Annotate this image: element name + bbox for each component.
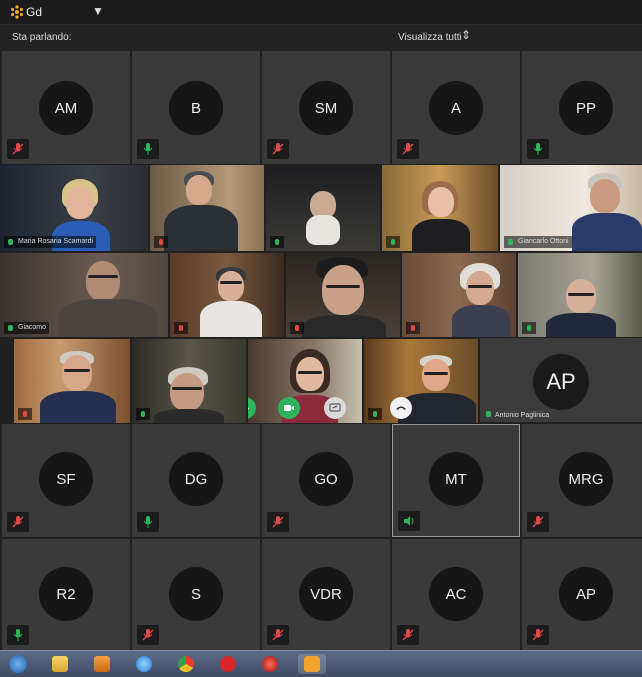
file-explorer-icon[interactable] xyxy=(46,654,74,674)
participant-name: Antonio Paglinica xyxy=(486,411,549,419)
video-tile[interactable]: Giacomo xyxy=(0,253,168,337)
mic-muted-icon xyxy=(397,625,419,645)
speaker-bar: Sta parlando: Visualizza tutti ⇕ xyxy=(0,24,642,51)
present-icon[interactable] xyxy=(324,397,346,419)
mic-on-icon xyxy=(137,512,159,532)
participant-tile[interactable]: SM xyxy=(262,51,390,164)
video-tile[interactable]: Giancarlo Ottoni xyxy=(500,165,642,251)
avatar: B xyxy=(169,81,223,135)
avatar: A xyxy=(429,81,483,135)
participant-tile[interactable]: B xyxy=(132,51,260,164)
avatar: AM xyxy=(39,81,93,135)
avatar: VDR xyxy=(299,567,353,621)
avatar: S xyxy=(169,567,223,621)
mic-on-icon xyxy=(386,236,400,248)
avatar: PP xyxy=(559,81,613,135)
participant-tile[interactable]: AM xyxy=(2,51,130,164)
participant-tile[interactable]: A xyxy=(392,51,520,164)
participant-name: Giacomo xyxy=(4,322,50,334)
avatar: GO xyxy=(299,452,353,506)
avatar: SF xyxy=(39,452,93,506)
video-tile[interactable] xyxy=(266,165,380,251)
participant-tile[interactable]: MRG xyxy=(522,424,642,537)
window-title-bar: Gd ▼ xyxy=(0,0,642,24)
opera-icon[interactable] xyxy=(214,654,242,674)
video-tile[interactable] xyxy=(248,339,362,423)
mic-muted-icon xyxy=(397,139,419,159)
mic-on-icon xyxy=(7,625,29,645)
participant-tile-speaking[interactable]: MT xyxy=(392,424,520,537)
mic-muted-icon xyxy=(290,322,304,334)
participant-tile[interactable]: VDR xyxy=(262,539,390,650)
avatar: AC xyxy=(429,567,483,621)
meet-app-icon[interactable] xyxy=(298,654,326,674)
mic-on-icon xyxy=(522,322,536,334)
windows-start-icon[interactable] xyxy=(4,654,32,674)
mic-on-icon xyxy=(136,408,150,420)
participant-tile[interactable]: AC xyxy=(392,539,520,650)
participant-tile[interactable]: PP xyxy=(522,51,642,164)
mic-on-icon xyxy=(137,139,159,159)
taskbar xyxy=(0,650,642,677)
participant-tile[interactable]: R2 xyxy=(2,539,130,650)
video-tile[interactable]: Maria Rosaria Scamardi xyxy=(0,165,148,251)
participant-name: Maria Rosaria Scamardi xyxy=(4,236,97,248)
avatar: R2 xyxy=(39,567,93,621)
video-tile[interactable] xyxy=(286,253,400,337)
mic-muted-icon xyxy=(267,512,289,532)
video-tile[interactable] xyxy=(14,339,130,423)
avatar: MT xyxy=(429,452,483,506)
mic-on-icon xyxy=(270,236,284,248)
speaking-label: Sta parlando: xyxy=(12,32,72,43)
avatar: DG xyxy=(169,452,223,506)
participant-tile[interactable]: GO xyxy=(262,424,390,537)
participant-name: Giancarlo Ottoni xyxy=(504,236,572,248)
hangup-icon[interactable] xyxy=(390,397,412,419)
mic-muted-icon xyxy=(7,512,29,532)
video-tile[interactable] xyxy=(382,165,498,251)
avatar: AP xyxy=(533,354,589,410)
mic-muted-icon xyxy=(137,625,159,645)
meeting-title: Gd xyxy=(26,5,43,19)
mic-on-icon xyxy=(527,139,549,159)
camera-icon[interactable] xyxy=(278,397,300,419)
mic-muted-icon xyxy=(267,625,289,645)
mic-muted-icon xyxy=(7,139,29,159)
media-player-icon[interactable] xyxy=(88,654,116,674)
participant-tile-large[interactable]: AP Antonio Paglinica xyxy=(480,338,642,422)
participant-tile[interactable]: AP xyxy=(522,539,642,650)
video-tile[interactable] xyxy=(402,253,516,337)
security-app-icon[interactable] xyxy=(256,654,284,674)
avatar: AP xyxy=(559,567,613,621)
view-all-button[interactable]: Visualizza tutti xyxy=(398,32,462,43)
internet-explorer-icon[interactable] xyxy=(130,654,158,674)
video-tile[interactable] xyxy=(518,253,642,337)
avatar: SM xyxy=(299,81,353,135)
chevron-down-icon[interactable]: ▼ xyxy=(92,4,104,18)
video-tile[interactable] xyxy=(150,165,264,251)
mic-on-icon xyxy=(368,408,382,420)
sort-updown-icon[interactable]: ⇕ xyxy=(461,28,471,42)
mic-muted-icon xyxy=(267,139,289,159)
participant-tile[interactable]: SF xyxy=(2,424,130,537)
mic-muted-icon xyxy=(154,236,168,248)
mic-muted-icon xyxy=(406,322,420,334)
participant-tile[interactable]: DG xyxy=(132,424,260,537)
video-tile[interactable] xyxy=(170,253,284,337)
video-tile[interactable] xyxy=(132,339,246,423)
mic-muted-icon xyxy=(527,512,549,532)
mic-muted-icon xyxy=(18,408,32,420)
meet-snowflake-icon xyxy=(11,5,23,19)
mic-muted-icon xyxy=(174,322,188,334)
chrome-icon[interactable] xyxy=(172,654,200,674)
video-tile[interactable] xyxy=(364,339,478,423)
avatar: MRG xyxy=(559,452,613,506)
mic-muted-icon xyxy=(527,625,549,645)
participant-tile[interactable]: S xyxy=(132,539,260,650)
speaker-volume-icon xyxy=(398,511,420,531)
